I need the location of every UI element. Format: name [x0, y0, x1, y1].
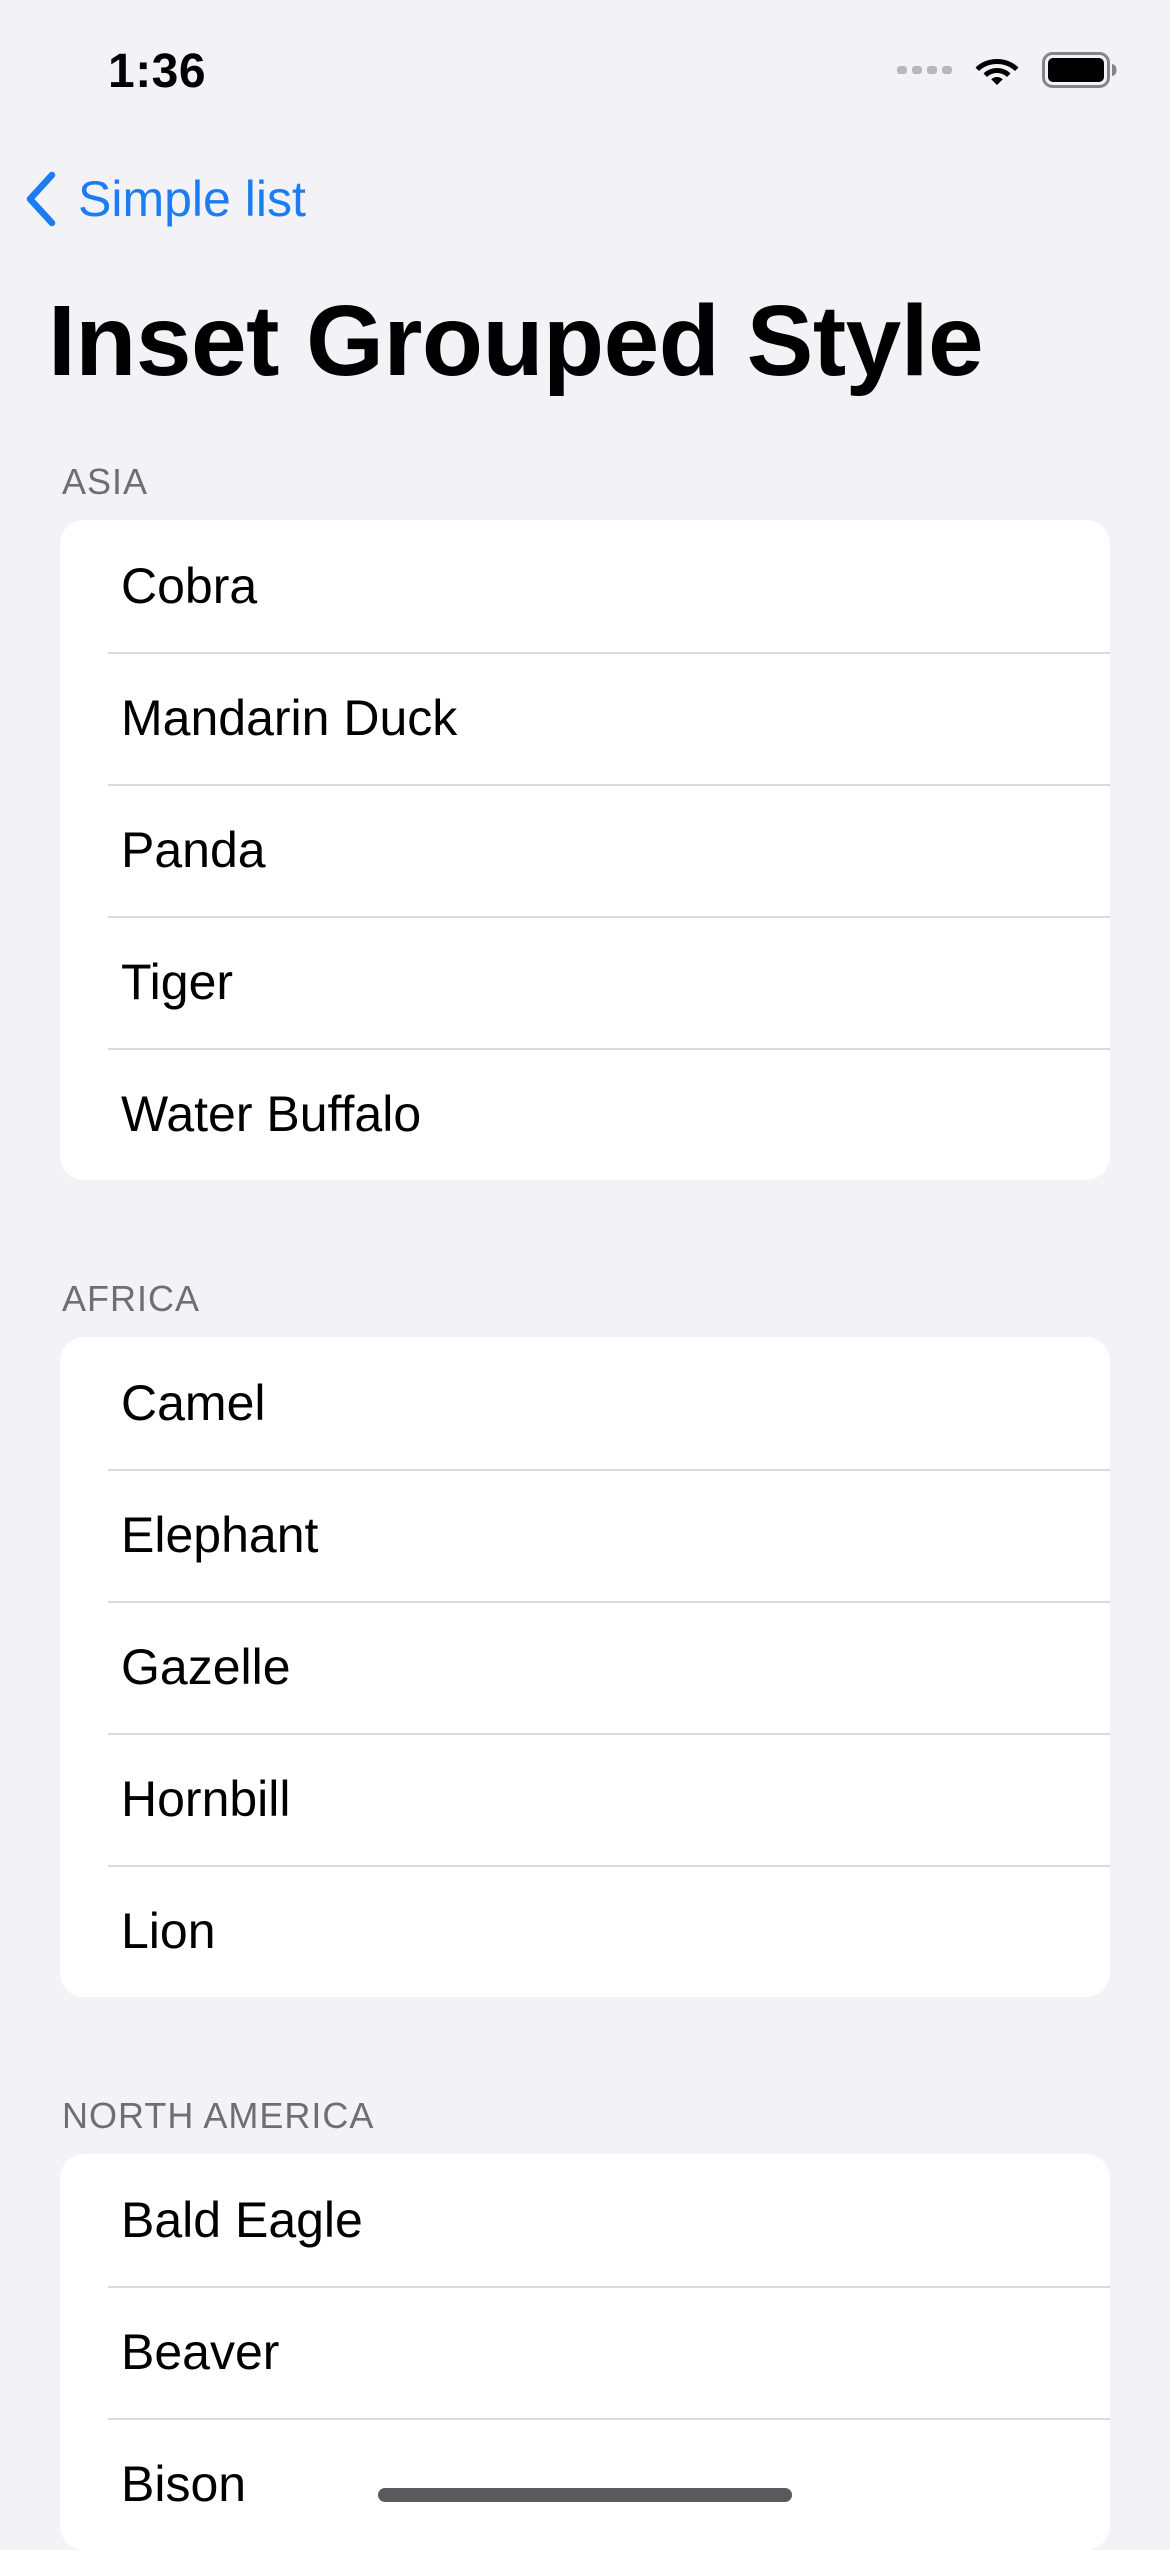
wifi-icon	[975, 59, 1019, 85]
home-indicator[interactable]	[378, 2488, 792, 2502]
list-item[interactable]: Mandarin Duck	[60, 652, 1110, 784]
back-button-label: Simple list	[78, 171, 306, 227]
section-africa: AFRICA Camel Elephant Gazelle Hornbill L…	[60, 1269, 1110, 1997]
list-item[interactable]: Hornbill	[60, 1733, 1110, 1865]
section-asia: ASIA Cobra Mandarin Duck Panda Tiger Wat…	[60, 452, 1110, 1180]
battery-icon	[1042, 52, 1117, 88]
section-card: Cobra Mandarin Duck Panda Tiger Water Bu…	[60, 520, 1110, 1180]
list-item[interactable]: Bald Eagle	[60, 2154, 1110, 2286]
back-button[interactable]: Simple list	[24, 170, 306, 228]
section-header: ASIA	[62, 461, 149, 502]
list-item[interactable]: Elephant	[60, 1469, 1110, 1601]
list-item[interactable]: Gazelle	[60, 1601, 1110, 1733]
signal-dots-icon	[897, 66, 952, 74]
list-item[interactable]: Lion	[60, 1865, 1110, 1997]
section-header: NORTH AMERICA	[62, 2095, 375, 2136]
list-item[interactable]: Beaver	[60, 2286, 1110, 2418]
list-item[interactable]: Camel	[60, 1337, 1110, 1469]
list-item[interactable]: Water Buffalo	[60, 1048, 1110, 1180]
page-title: Inset Grouped Style	[48, 285, 984, 397]
status-icons	[897, 52, 1118, 88]
section-north-america: NORTH AMERICA Bald Eagle Beaver Bison	[60, 2086, 1110, 2550]
status-bar: 1:36	[0, 0, 1170, 150]
status-time: 1:36	[108, 45, 207, 98]
list-item[interactable]: Panda	[60, 784, 1110, 916]
chevron-left-icon	[26, 171, 56, 227]
list-item[interactable]: Tiger	[60, 916, 1110, 1048]
section-header: AFRICA	[62, 1278, 201, 1319]
list-item[interactable]: Cobra	[60, 520, 1110, 652]
section-card: Camel Elephant Gazelle Hornbill Lion	[60, 1337, 1110, 1997]
list-item[interactable]: Bison	[60, 2418, 1110, 2550]
